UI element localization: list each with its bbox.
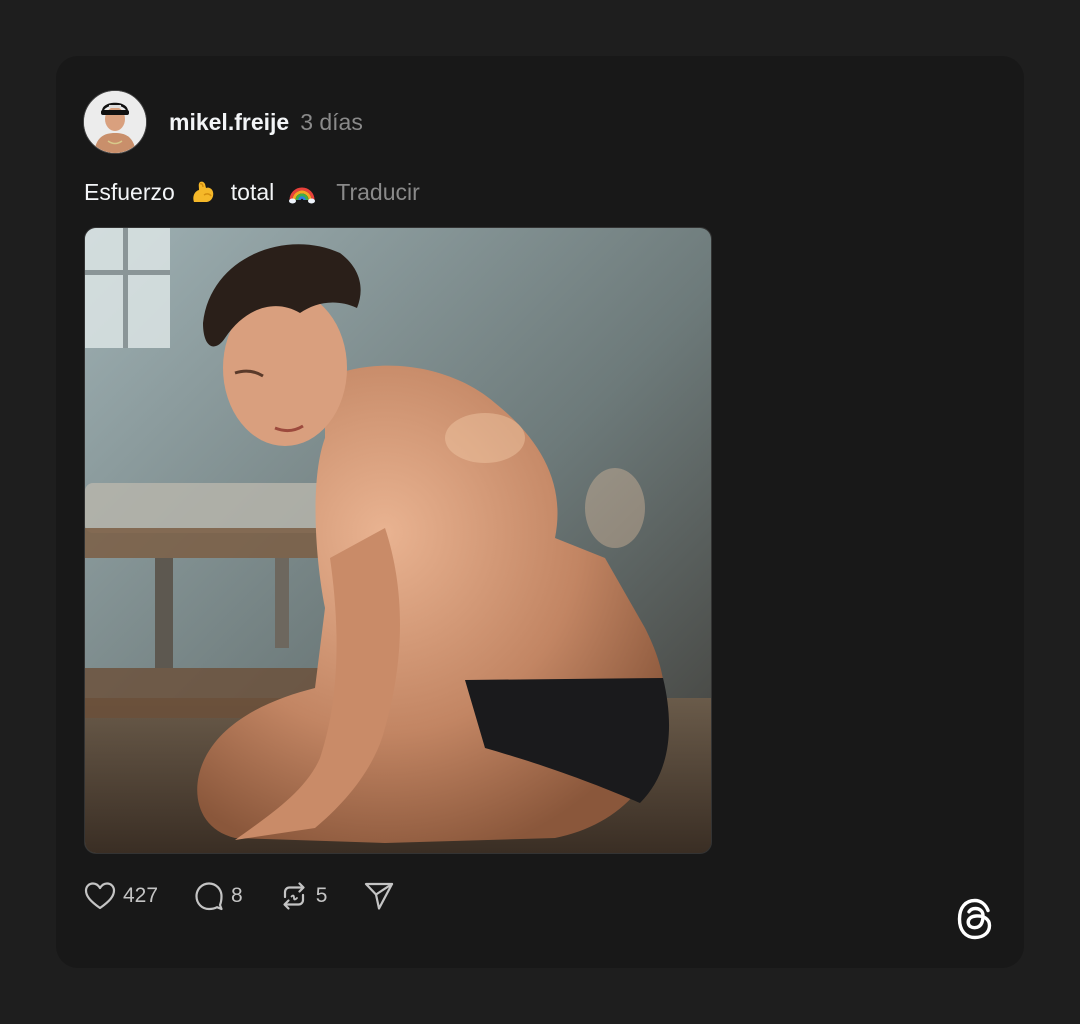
like-button[interactable]: 427 — [84, 881, 158, 911]
rainbow-emoji-icon — [288, 178, 316, 206]
like-count: 427 — [123, 884, 159, 907]
post-header: mikel.freije 3 días — [83, 90, 363, 154]
post-card: mikel.freije 3 días Esfuerzo total Tradu… — [56, 56, 1024, 968]
repost-button[interactable]: 5 — [279, 881, 328, 911]
comment-button[interactable]: 8 — [194, 881, 243, 911]
threads-logo-icon[interactable] — [955, 897, 995, 941]
repost-icon — [283, 882, 305, 910]
post-caption: Esfuerzo total Traducir — [84, 178, 420, 206]
send-icon — [365, 882, 394, 910]
caption-text-2: total — [230, 178, 275, 205]
comment-icon — [195, 882, 223, 911]
flexed-biceps-emoji-icon — [189, 178, 217, 206]
author-username[interactable]: mikel.freije — [169, 109, 289, 136]
post-actions: 427 8 5 — [84, 878, 431, 914]
comment-count: 8 — [231, 884, 243, 907]
translate-link[interactable]: Traducir — [336, 179, 420, 206]
heart-icon — [84, 882, 116, 910]
post-image[interactable] — [84, 227, 712, 854]
caption-text-1: Esfuerzo — [84, 178, 175, 205]
avatar[interactable] — [83, 90, 147, 154]
repost-count: 5 — [315, 884, 328, 907]
post-timestamp[interactable]: 3 días — [300, 109, 363, 136]
share-button[interactable] — [363, 881, 395, 911]
